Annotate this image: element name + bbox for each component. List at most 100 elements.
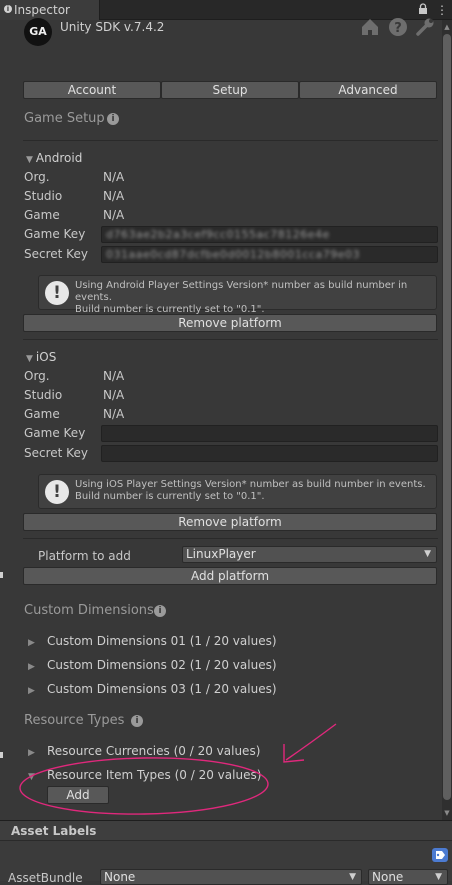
triangle-right-icon: ▶ xyxy=(28,638,35,648)
ios-info-box: ! Using iOS Player Settings Version* num… xyxy=(38,474,437,509)
asset-bundle-dropdown[interactable]: None ▼ xyxy=(100,869,362,885)
scroll-up-icon[interactable]: ▲ xyxy=(443,22,451,32)
tab-advanced[interactable]: Advanced xyxy=(299,81,437,99)
scrollbar-thumb[interactable] xyxy=(443,34,451,800)
android-remove-platform-button[interactable]: Remove platform xyxy=(23,314,437,332)
kebab-menu-icon[interactable]: ⋮ xyxy=(436,3,448,17)
add-resource-item-type-button[interactable]: Add xyxy=(47,786,109,804)
android-info-box: ! Using Android Player Settings Version*… xyxy=(38,275,437,315)
custom-dimensions-01-foldout[interactable]: ▶ Custom Dimensions 01 (1 / 20 values) xyxy=(28,634,277,648)
ios-org-label: Org. xyxy=(24,369,50,383)
ios-studio-label: Studio xyxy=(24,388,63,402)
dropdown-arrow-icon: ▼ xyxy=(435,872,442,882)
annotation-arrow xyxy=(285,723,337,761)
ios-game-key-field[interactable] xyxy=(101,425,438,442)
ios-studio-value: N/A xyxy=(103,388,125,402)
platform-dropdown[interactable]: LinuxPlayer ▼ xyxy=(182,546,437,563)
android-secret-key-value: 031aae0cd87dcfbe0d0012b8001cca79e03 xyxy=(106,248,360,261)
android-game-label: Game xyxy=(24,208,60,222)
android-org-label: Org. xyxy=(24,170,50,184)
help-icon[interactable]: ? xyxy=(388,17,408,37)
home-icon[interactable] xyxy=(360,17,380,37)
android-game-key-value: d763ae2b2a3cef9cc0155ac78126e4e xyxy=(106,228,330,241)
info-icon[interactable]: i xyxy=(131,715,143,727)
info-icon: i xyxy=(4,5,12,13)
triangle-down-icon: ▼ xyxy=(28,772,35,782)
android-game-value: N/A xyxy=(103,208,125,222)
custom-dimensions-02-label: Custom Dimensions 02 (1 / 20 values) xyxy=(47,658,277,672)
resource-types-title: Resource Types xyxy=(24,713,125,728)
asset-bundle-label: AssetBundle xyxy=(8,871,83,885)
add-platform-button[interactable]: Add platform xyxy=(23,567,437,585)
triangle-down-icon: ▼ xyxy=(26,354,33,364)
custom-dimensions-title: Custom Dimensions xyxy=(24,603,154,618)
edge-mark xyxy=(0,572,3,578)
exclamation-icon: ! xyxy=(45,281,69,305)
window-tab-bar: i Inspector ⋮ xyxy=(0,0,452,20)
divider xyxy=(23,140,438,141)
asset-variant-dropdown[interactable]: None ▼ xyxy=(368,869,448,885)
android-org-value: N/A xyxy=(103,170,125,184)
android-studio-value: N/A xyxy=(103,189,125,203)
info-icon[interactable]: i xyxy=(107,113,119,125)
ios-foldout[interactable]: ▼ iOS xyxy=(26,350,56,364)
divider xyxy=(23,339,438,340)
resource-item-types-label: Resource Item Types (0 / 20 values) xyxy=(47,768,262,782)
tab-inspector-label: Inspector xyxy=(14,3,70,17)
tab-inspector[interactable]: i Inspector xyxy=(0,0,100,20)
dropdown-arrow-icon: ▼ xyxy=(349,872,356,882)
custom-dimensions-02-foldout[interactable]: ▶ Custom Dimensions 02 (1 / 20 values) xyxy=(28,658,277,672)
wrench-icon[interactable] xyxy=(415,17,435,37)
tab-account[interactable]: Account xyxy=(23,81,161,99)
android-foldout[interactable]: ▼ Android xyxy=(26,151,82,165)
custom-dimensions-03-label: Custom Dimensions 03 (1 / 20 values) xyxy=(47,682,277,696)
svg-text:?: ? xyxy=(394,21,402,36)
platform-to-add-label: Platform to add xyxy=(38,549,131,563)
ios-secret-key-field[interactable] xyxy=(101,445,438,462)
asset-variant-value: None xyxy=(372,870,404,884)
divider xyxy=(23,538,438,539)
ios-game-value: N/A xyxy=(103,407,125,421)
ios-info-text: Using iOS Player Settings Version* numbe… xyxy=(75,479,435,503)
edge-mark xyxy=(0,752,3,758)
scroll-down-icon[interactable]: ▼ xyxy=(443,808,451,818)
ios-secret-key-label: Secret Key xyxy=(24,446,88,460)
triangle-right-icon: ▶ xyxy=(28,686,35,696)
asset-bundle-value: None xyxy=(104,870,136,884)
android-info-text: Using Android Player Settings Version* n… xyxy=(75,280,435,316)
triangle-right-icon: ▶ xyxy=(28,662,35,672)
android-secret-key-field[interactable]: 031aae0cd87dcfbe0d0012b8001cca79e03 xyxy=(101,246,438,263)
ios-remove-platform-button[interactable]: Remove platform xyxy=(23,513,437,531)
asset-labels-title[interactable]: Asset Labels xyxy=(0,821,452,841)
lock-icon[interactable] xyxy=(418,3,428,15)
resource-item-types-foldout[interactable]: ▼ Resource Item Types (0 / 20 values) xyxy=(28,768,261,782)
android-game-key-label: Game Key xyxy=(24,227,86,241)
ios-info-line2: Build number is currently set to "0.1". xyxy=(75,491,265,502)
triangle-down-icon: ▼ xyxy=(26,155,33,165)
android-info-line1: Using Android Player Settings Version* n… xyxy=(75,280,408,303)
android-studio-label: Studio xyxy=(24,189,63,203)
triangle-right-icon: ▶ xyxy=(28,748,35,758)
android-secret-key-label: Secret Key xyxy=(24,247,88,261)
annotation-arrow-head xyxy=(283,744,305,763)
ios-info-line1: Using iOS Player Settings Version* numbe… xyxy=(75,479,426,490)
ios-game-key-label: Game Key xyxy=(24,426,86,440)
platform-dropdown-value: LinuxPlayer xyxy=(186,547,256,561)
sdk-title: Unity SDK v.7.4.2 xyxy=(60,20,165,34)
exclamation-icon: ! xyxy=(45,480,69,504)
ios-org-value: N/A xyxy=(103,369,125,383)
game-setup-title: Game Setup xyxy=(24,111,105,126)
dropdown-arrow-icon: ▼ xyxy=(424,549,431,559)
info-icon[interactable]: i xyxy=(154,605,166,617)
resource-currencies-foldout[interactable]: ▶ Resource Currencies (0 / 20 values) xyxy=(28,744,260,758)
android-game-key-field[interactable]: d763ae2b2a3cef9cc0155ac78126e4e xyxy=(101,226,438,243)
tag-icon[interactable] xyxy=(432,848,448,862)
ios-label: iOS xyxy=(35,350,57,364)
ios-game-label: Game xyxy=(24,407,60,421)
gameanalytics-logo: GA xyxy=(24,18,52,46)
custom-dimensions-01-label: Custom Dimensions 01 (1 / 20 values) xyxy=(47,634,277,648)
custom-dimensions-03-foldout[interactable]: ▶ Custom Dimensions 03 (1 / 20 values) xyxy=(28,682,277,696)
resource-currencies-label: Resource Currencies (0 / 20 values) xyxy=(47,744,261,758)
inspector-toolbar: Account Setup Advanced xyxy=(23,81,437,99)
tab-setup[interactable]: Setup xyxy=(161,81,299,99)
